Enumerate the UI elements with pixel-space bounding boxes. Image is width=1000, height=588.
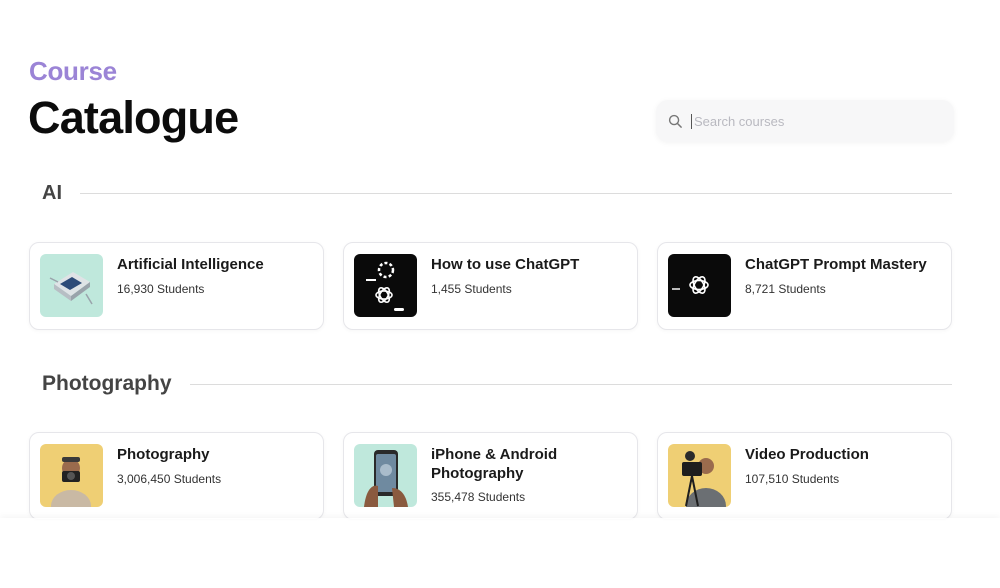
- course-title: iPhone & Android Photography: [431, 446, 558, 482]
- section-header-ai: AI: [42, 182, 952, 205]
- bottom-fade: [0, 518, 1000, 588]
- search-box[interactable]: [656, 100, 954, 142]
- course-card-video-production[interactable]: Video Production 107,510 Students: [657, 432, 952, 520]
- course-card-chatgpt-prompt-mastery[interactable]: ChatGPT Prompt Mastery 8,721 Students: [657, 242, 952, 330]
- page-title: Catalogue: [28, 92, 239, 143]
- course-title: Video Production: [745, 446, 869, 463]
- course-title: ChatGPT Prompt Mastery: [745, 256, 927, 273]
- course-card-photography[interactable]: Photography 3,006,450 Students: [29, 432, 324, 520]
- photographer-image: [40, 444, 103, 507]
- course-students: 355,478 Students: [431, 490, 526, 504]
- section-title: AI: [42, 182, 62, 204]
- course-students: 8,721 Students: [745, 282, 826, 296]
- videographer-image: [668, 444, 731, 507]
- course-card-how-to-use-chatgpt[interactable]: How to use ChatGPT 1,455 Students: [343, 242, 638, 330]
- section-title: Photography: [42, 372, 172, 395]
- course-card-artificial-intelligence[interactable]: Artificial Intelligence 16,930 Students: [29, 242, 324, 330]
- section-header-photography: Photography: [42, 372, 952, 396]
- course-students: 1,455 Students: [431, 282, 512, 296]
- course-title: Photography: [117, 446, 210, 463]
- page-eyebrow: Course: [29, 56, 117, 86]
- chatgpt-logo-image: [354, 254, 417, 317]
- course-students: 107,510 Students: [745, 472, 840, 486]
- section-divider: [80, 193, 952, 194]
- course-title: How to use ChatGPT: [431, 256, 580, 273]
- course-card-iphone-android-photography[interactable]: iPhone & Android Photography 355,478 Stu…: [343, 432, 638, 520]
- course-title: Artificial Intelligence: [117, 256, 264, 273]
- search-icon: [668, 114, 682, 128]
- course-students: 16,930 Students: [117, 282, 205, 296]
- course-students: 3,006,450 Students: [117, 472, 222, 486]
- ai-chip-image: [40, 254, 103, 317]
- phone-camera-image: [354, 444, 417, 507]
- search-input[interactable]: [691, 113, 931, 129]
- section-divider: [189, 383, 952, 385]
- chatgpt-prompt-image: [668, 254, 731, 317]
